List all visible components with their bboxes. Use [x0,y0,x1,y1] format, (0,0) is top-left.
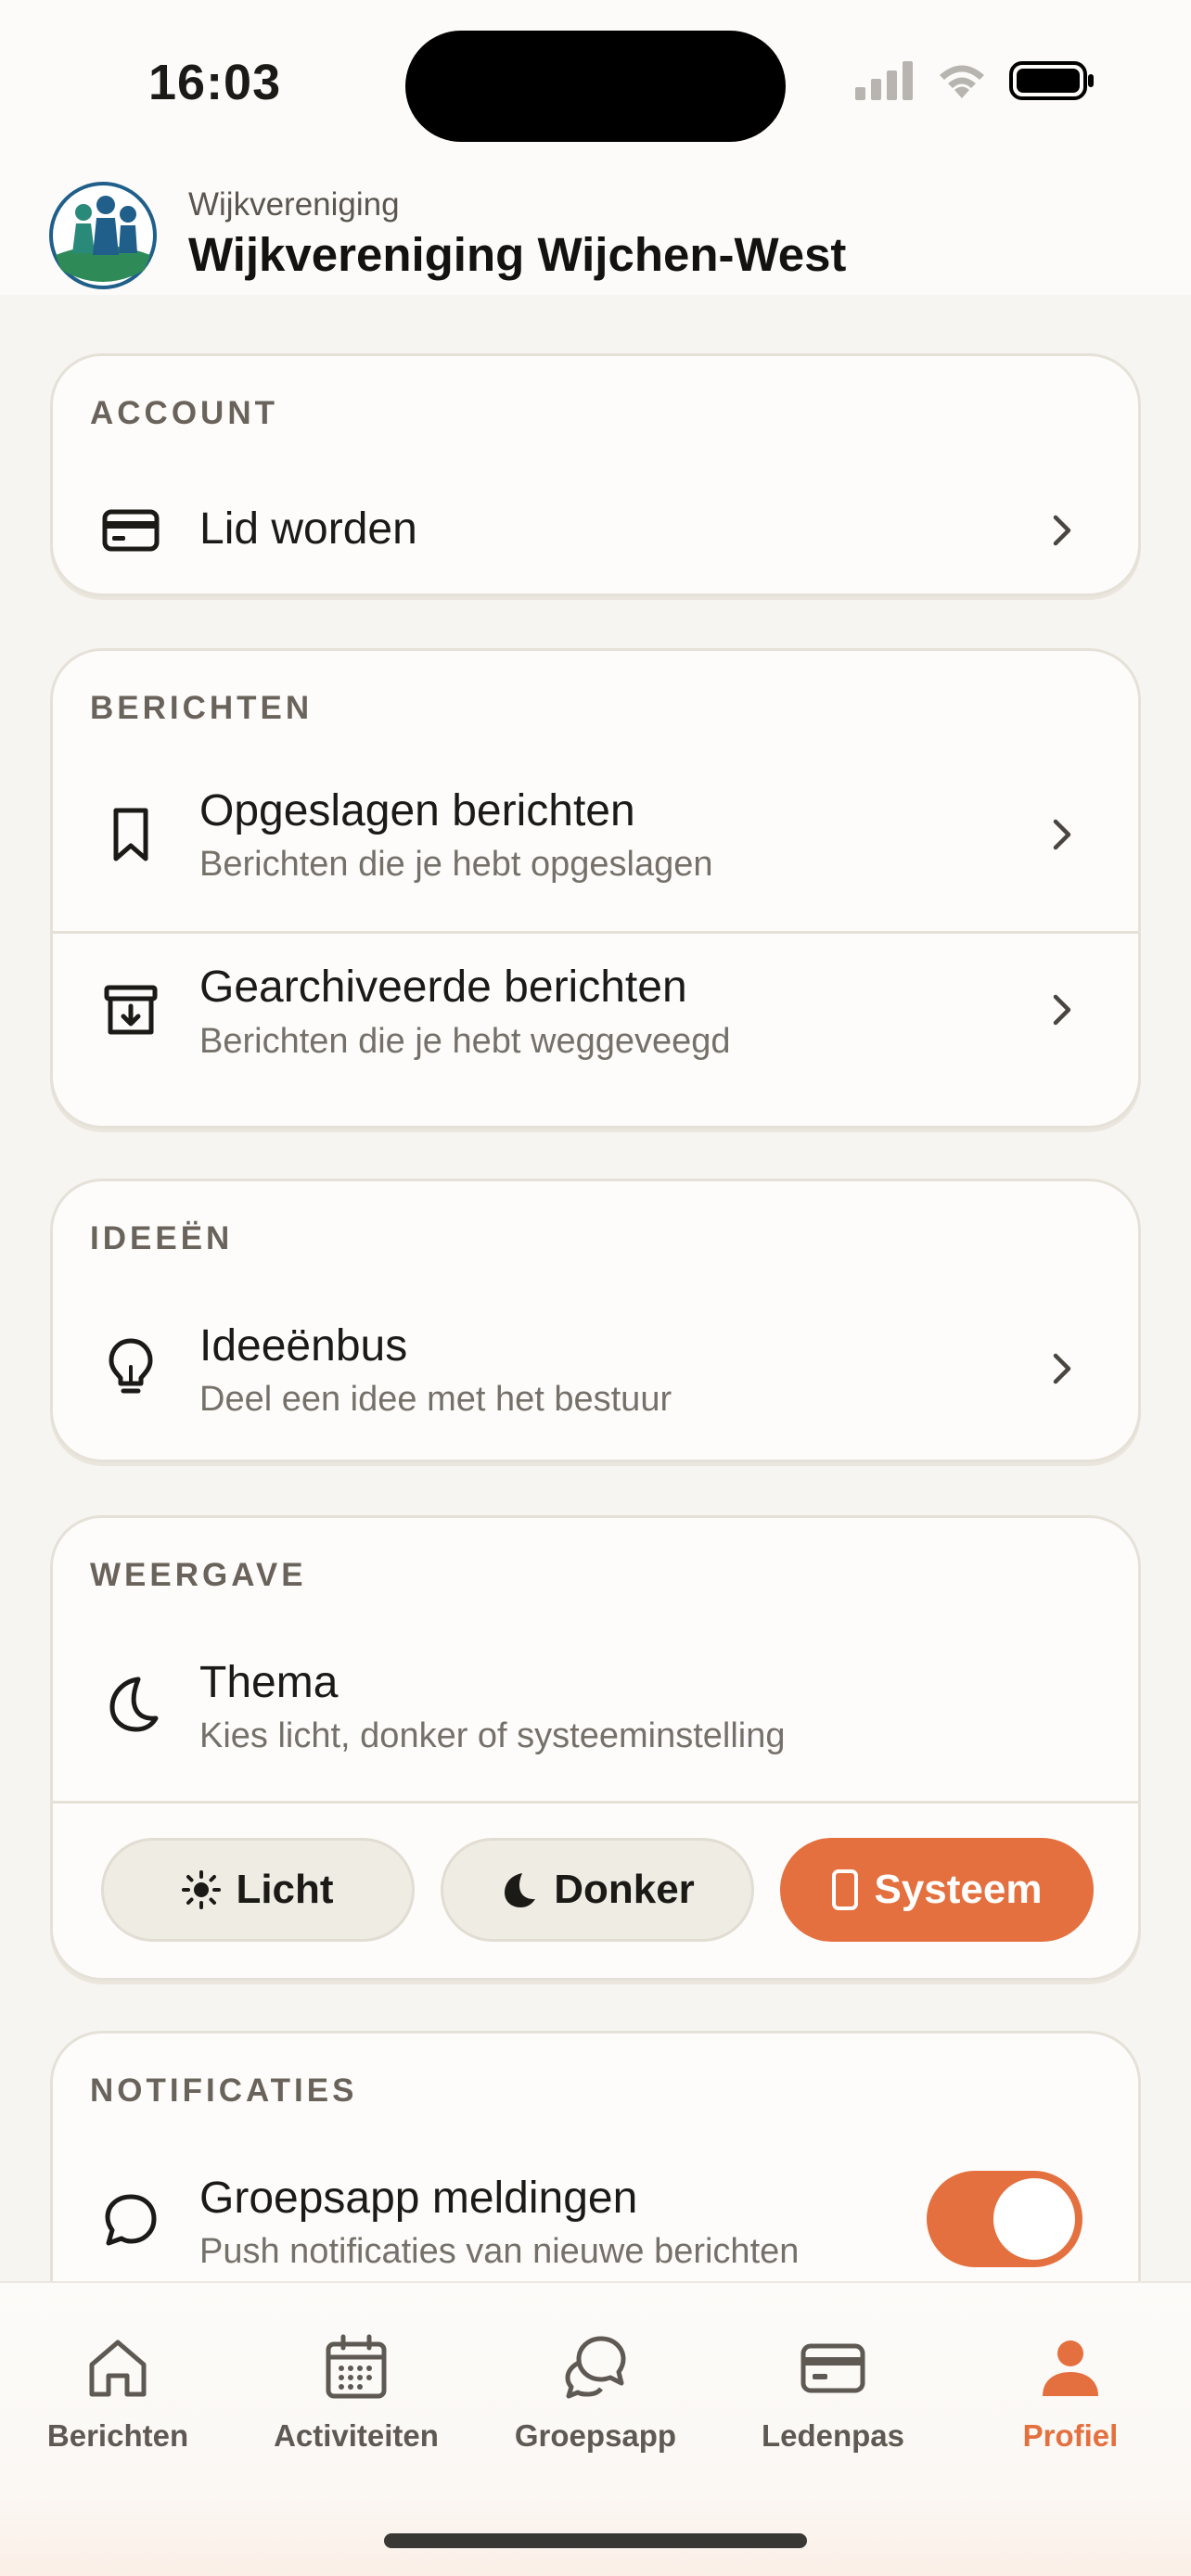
app-header: Wijkvereniging Wijkvereniging Wijchen-We… [0,172,1191,295]
credit-card-icon [102,509,160,552]
phone-icon [832,1869,859,1910]
row-thema: Thema Kies licht, donker of systeeminste… [53,1629,1138,1796]
theme-option-label: Donker [554,1867,695,1912]
weergave-card: WEERGAVE Thema Kies licht, donker of sys… [50,1515,1141,1981]
theme-option-systeem[interactable]: Systeem [780,1838,1094,1942]
tab-label: Ledenpas [761,2418,905,2453]
organization-type: Wijkvereniging [188,186,400,223]
section-label-weergave: WEERGAVE [90,1557,307,1593]
chevron-right-icon [1053,1353,1071,1384]
moon-icon [109,1677,159,1732]
tab-ledenpas[interactable]: Ledenpas [731,2331,935,2454]
organization-name: Wijkvereniging Wijchen-West [188,228,847,281]
theme-options: Licht Donker Systeem [53,1838,1138,1942]
tab-label: Profiel [1022,2418,1119,2453]
chevron-right-icon [1053,994,1071,1026]
section-label-notificaties: NOTIFICATIES [90,2072,358,2109]
calendar-icon [326,2334,387,2399]
wifi-icon [940,65,984,98]
home-icon [89,2340,147,2397]
sun-icon [182,1870,222,1909]
battery-icon [1009,61,1094,100]
archive-icon [104,985,158,1035]
row-title: Lid worden [199,504,417,554]
theme-option-label: Licht [236,1867,334,1912]
tab-label: Groepsapp [514,2418,677,2453]
bookmark-icon [113,808,148,861]
theme-option-donker[interactable]: Donker [441,1838,754,1942]
lightbulb-icon [109,1338,153,1394]
tab-label: Activiteiten [274,2418,439,2453]
tab-label: Berichten [46,2418,189,2453]
row-subtitle: Kies licht, donker of systeeminstelling [199,1716,786,1755]
chevron-right-icon [1053,515,1071,546]
moon-icon [505,1873,536,1907]
dynamic-island [405,31,786,142]
section-label-account: ACCOUNT [90,395,278,431]
row-lid-worden[interactable]: Lid worden [53,467,1138,593]
divider [53,1801,1138,1804]
section-label-berichten: BERICHTEN [90,690,314,726]
row-subtitle: Berichten die je hebt opgeslagen [199,845,713,884]
chat-icon [565,2336,626,2399]
theme-option-licht[interactable]: Licht [101,1838,415,1942]
tab-berichten[interactable]: Berichten [16,2331,220,2454]
theme-option-label: Systeem [874,1867,1043,1912]
tab-activiteiten[interactable]: Activiteiten [254,2331,458,2454]
section-label-ideeen: IDEEËN [90,1220,234,1256]
row-subtitle: Berichten die je hebt weggeveegd [199,1022,731,1061]
groepsapp-notifications-toggle[interactable] [927,2171,1082,2267]
row-gearchiveerde-berichten[interactable]: Gearchiveerde berichten Berichten die je… [53,934,1138,1126]
account-card: ACCOUNT Lid worden [50,353,1141,596]
tab-profiel[interactable]: Profiel [968,2331,1172,2454]
status-time: 16:03 [148,55,282,110]
tab-groepsapp[interactable]: Groepsapp [493,2331,698,2454]
row-opgeslagen-berichten[interactable]: Opgeslagen berichten Berichten die je he… [53,762,1138,929]
ideeen-card: IDEEËN Ideeënbus Deel een idee met het b… [50,1179,1141,1462]
toggle-knob [993,2178,1075,2260]
row-subtitle: Push notificaties van nieuwe berichten [199,2232,800,2271]
row-title: Opgeslagen berichten [199,786,635,835]
chat-bubble-icon [105,2194,157,2246]
cellular-signal-icon [855,61,913,100]
home-indicator [384,2533,807,2548]
row-title: Ideeënbus [199,1321,408,1371]
tab-bar: Berichten Activiteiten Groepsapp Ledenpa… [0,2281,1191,2576]
row-title: Gearchiveerde berichten [199,963,687,1012]
row-subtitle: Deel een idee met het bestuur [199,1380,672,1419]
card-icon [800,2343,865,2393]
person-icon [1043,2340,1098,2396]
row-title: Groepsapp meldingen [199,2174,638,2223]
status-bar: 16:03 [0,0,1191,172]
status-icons [855,61,1095,100]
row-title: Thema [199,1658,339,1707]
organization-logo [49,182,157,289]
berichten-card: BERICHTEN Opgeslagen berichten Berichten… [50,648,1141,1129]
row-ideeenbus[interactable]: Ideeënbus Deel een idee met het bestuur [53,1293,1138,1460]
chevron-right-icon [1053,819,1071,850]
